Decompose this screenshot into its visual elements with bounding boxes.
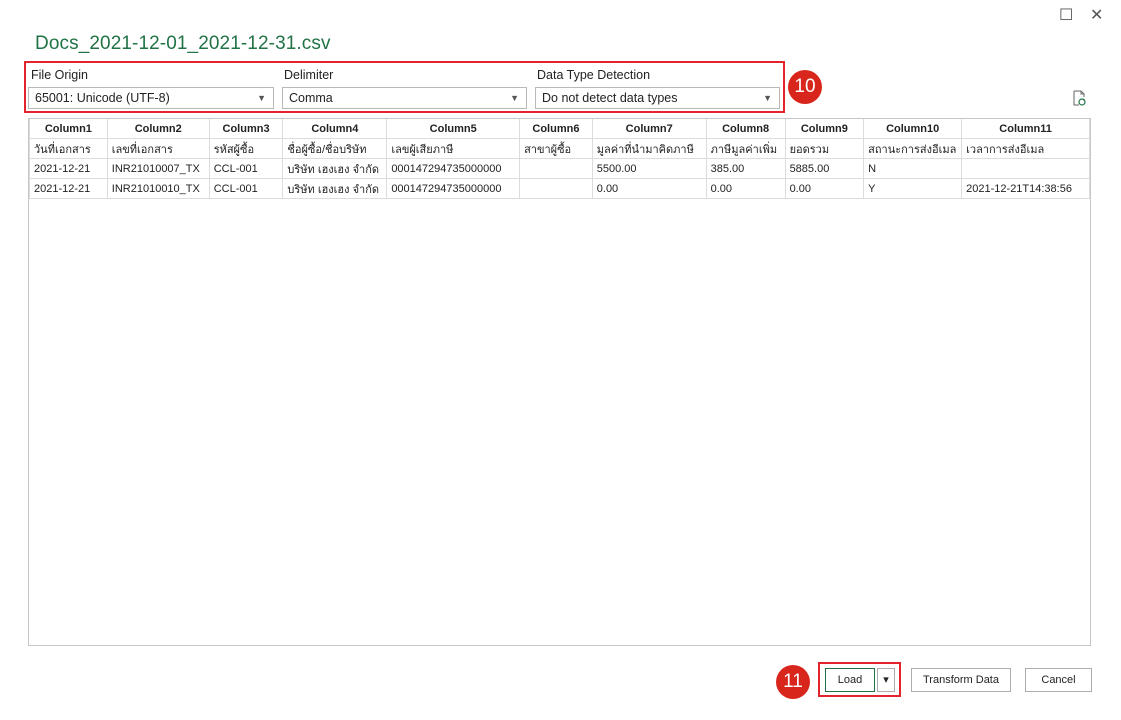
column-header[interactable]: Column11 <box>961 119 1090 139</box>
load-button[interactable]: Load <box>825 668 875 692</box>
column-header[interactable]: Column7 <box>591 119 707 139</box>
table-cell: เวลาการส่งอีเมล <box>961 138 1090 159</box>
table-cell: 385.00 <box>705 158 786 179</box>
preview-table: Column1 Column2 Column3 Column4 Column5 … <box>29 119 1090 199</box>
table-cell: N <box>863 158 963 179</box>
table-cell: เลขที่เอกสาร <box>106 138 210 159</box>
table-cell: CCL-001 <box>208 178 284 199</box>
table-cell: ชื่อผู้ซื้อ/ชื่อบริษัท <box>282 138 388 159</box>
column-header[interactable]: Column4 <box>282 119 388 139</box>
table-cell: INR21010007_TX <box>106 158 210 179</box>
table-cell: 2021-12-21T14:38:56 <box>961 178 1090 199</box>
table-cell <box>961 158 1090 179</box>
table-cell: ยอดรวม <box>784 138 865 159</box>
table-cell: 0.00 <box>784 178 865 199</box>
callout-badge-options: 10 <box>788 70 822 104</box>
table-cell: 5885.00 <box>784 158 865 179</box>
header-row: Column1 Column2 Column3 Column4 Column5 … <box>29 119 1090 139</box>
dialog-title: Docs_2021-12-01_2021-12-31.csv <box>35 33 331 54</box>
table-cell: CCL-001 <box>208 158 284 179</box>
table-cell: สาขาผู้ซื้อ <box>519 138 593 159</box>
cancel-button[interactable]: Cancel <box>1025 668 1092 692</box>
table-cell: บริษัท เฮงเฮง จำกัด <box>282 158 388 179</box>
transform-data-button[interactable]: Transform Data <box>911 668 1011 692</box>
table-cell: 000147294735000000 <box>386 178 521 199</box>
table-cell: 5500.00 <box>591 158 707 179</box>
table-cell: รหัสผู้ซื้อ <box>208 138 284 159</box>
table-row: 2021-12-21 INR21010010_TX CCL-001 บริษัท… <box>29 178 1090 199</box>
table-row: 2021-12-21 INR21010007_TX CCL-001 บริษัท… <box>29 158 1090 179</box>
column-header[interactable]: Column3 <box>208 119 284 139</box>
table-cell: Y <box>863 178 963 199</box>
table-cell: INR21010010_TX <box>106 178 210 199</box>
table-cell: 000147294735000000 <box>386 158 521 179</box>
maximize-icon[interactable]: ☐ <box>1059 6 1073 24</box>
table-cell: วันที่เอกสาร <box>29 138 108 159</box>
table-cell: ภาษีมูลค่าเพิ่ม <box>705 138 786 159</box>
column-header[interactable]: Column2 <box>106 119 210 139</box>
column-header[interactable]: Column5 <box>386 119 521 139</box>
table-cell: เลขผู้เสียภาษี <box>386 138 521 159</box>
column-header[interactable]: Column1 <box>29 119 108 139</box>
table-cell: 2021-12-21 <box>29 158 108 179</box>
table-cell: 2021-12-21 <box>29 178 108 199</box>
preview-grid[interactable]: Column1 Column2 Column3 Column4 Column5 … <box>28 118 1091 646</box>
refresh-icon[interactable] <box>1072 90 1086 106</box>
table-cell: 0.00 <box>705 178 786 199</box>
table-cell: สถานะการส่งอีเมล <box>863 138 963 159</box>
column-header[interactable]: Column6 <box>519 119 593 139</box>
callout-badge-load: 11 <box>776 665 810 699</box>
table-cell: มูลค่าที่นำมาคิดภาษี <box>591 138 707 159</box>
table-cell: บริษัท เฮงเฮง จำกัด <box>282 178 388 199</box>
options-highlight <box>24 61 785 113</box>
column-header[interactable]: Column10 <box>863 119 963 139</box>
load-dropdown-button[interactable]: ▾ <box>877 668 895 692</box>
table-row: วันที่เอกสาร เลขที่เอกสาร รหัสผู้ซื้อ ชื… <box>29 138 1090 159</box>
close-icon[interactable]: ✕ <box>1090 6 1103 24</box>
table-cell: 0.00 <box>591 178 707 199</box>
table-cell <box>519 178 593 199</box>
table-cell <box>519 158 593 179</box>
column-header[interactable]: Column9 <box>784 119 865 139</box>
column-header[interactable]: Column8 <box>705 119 786 139</box>
